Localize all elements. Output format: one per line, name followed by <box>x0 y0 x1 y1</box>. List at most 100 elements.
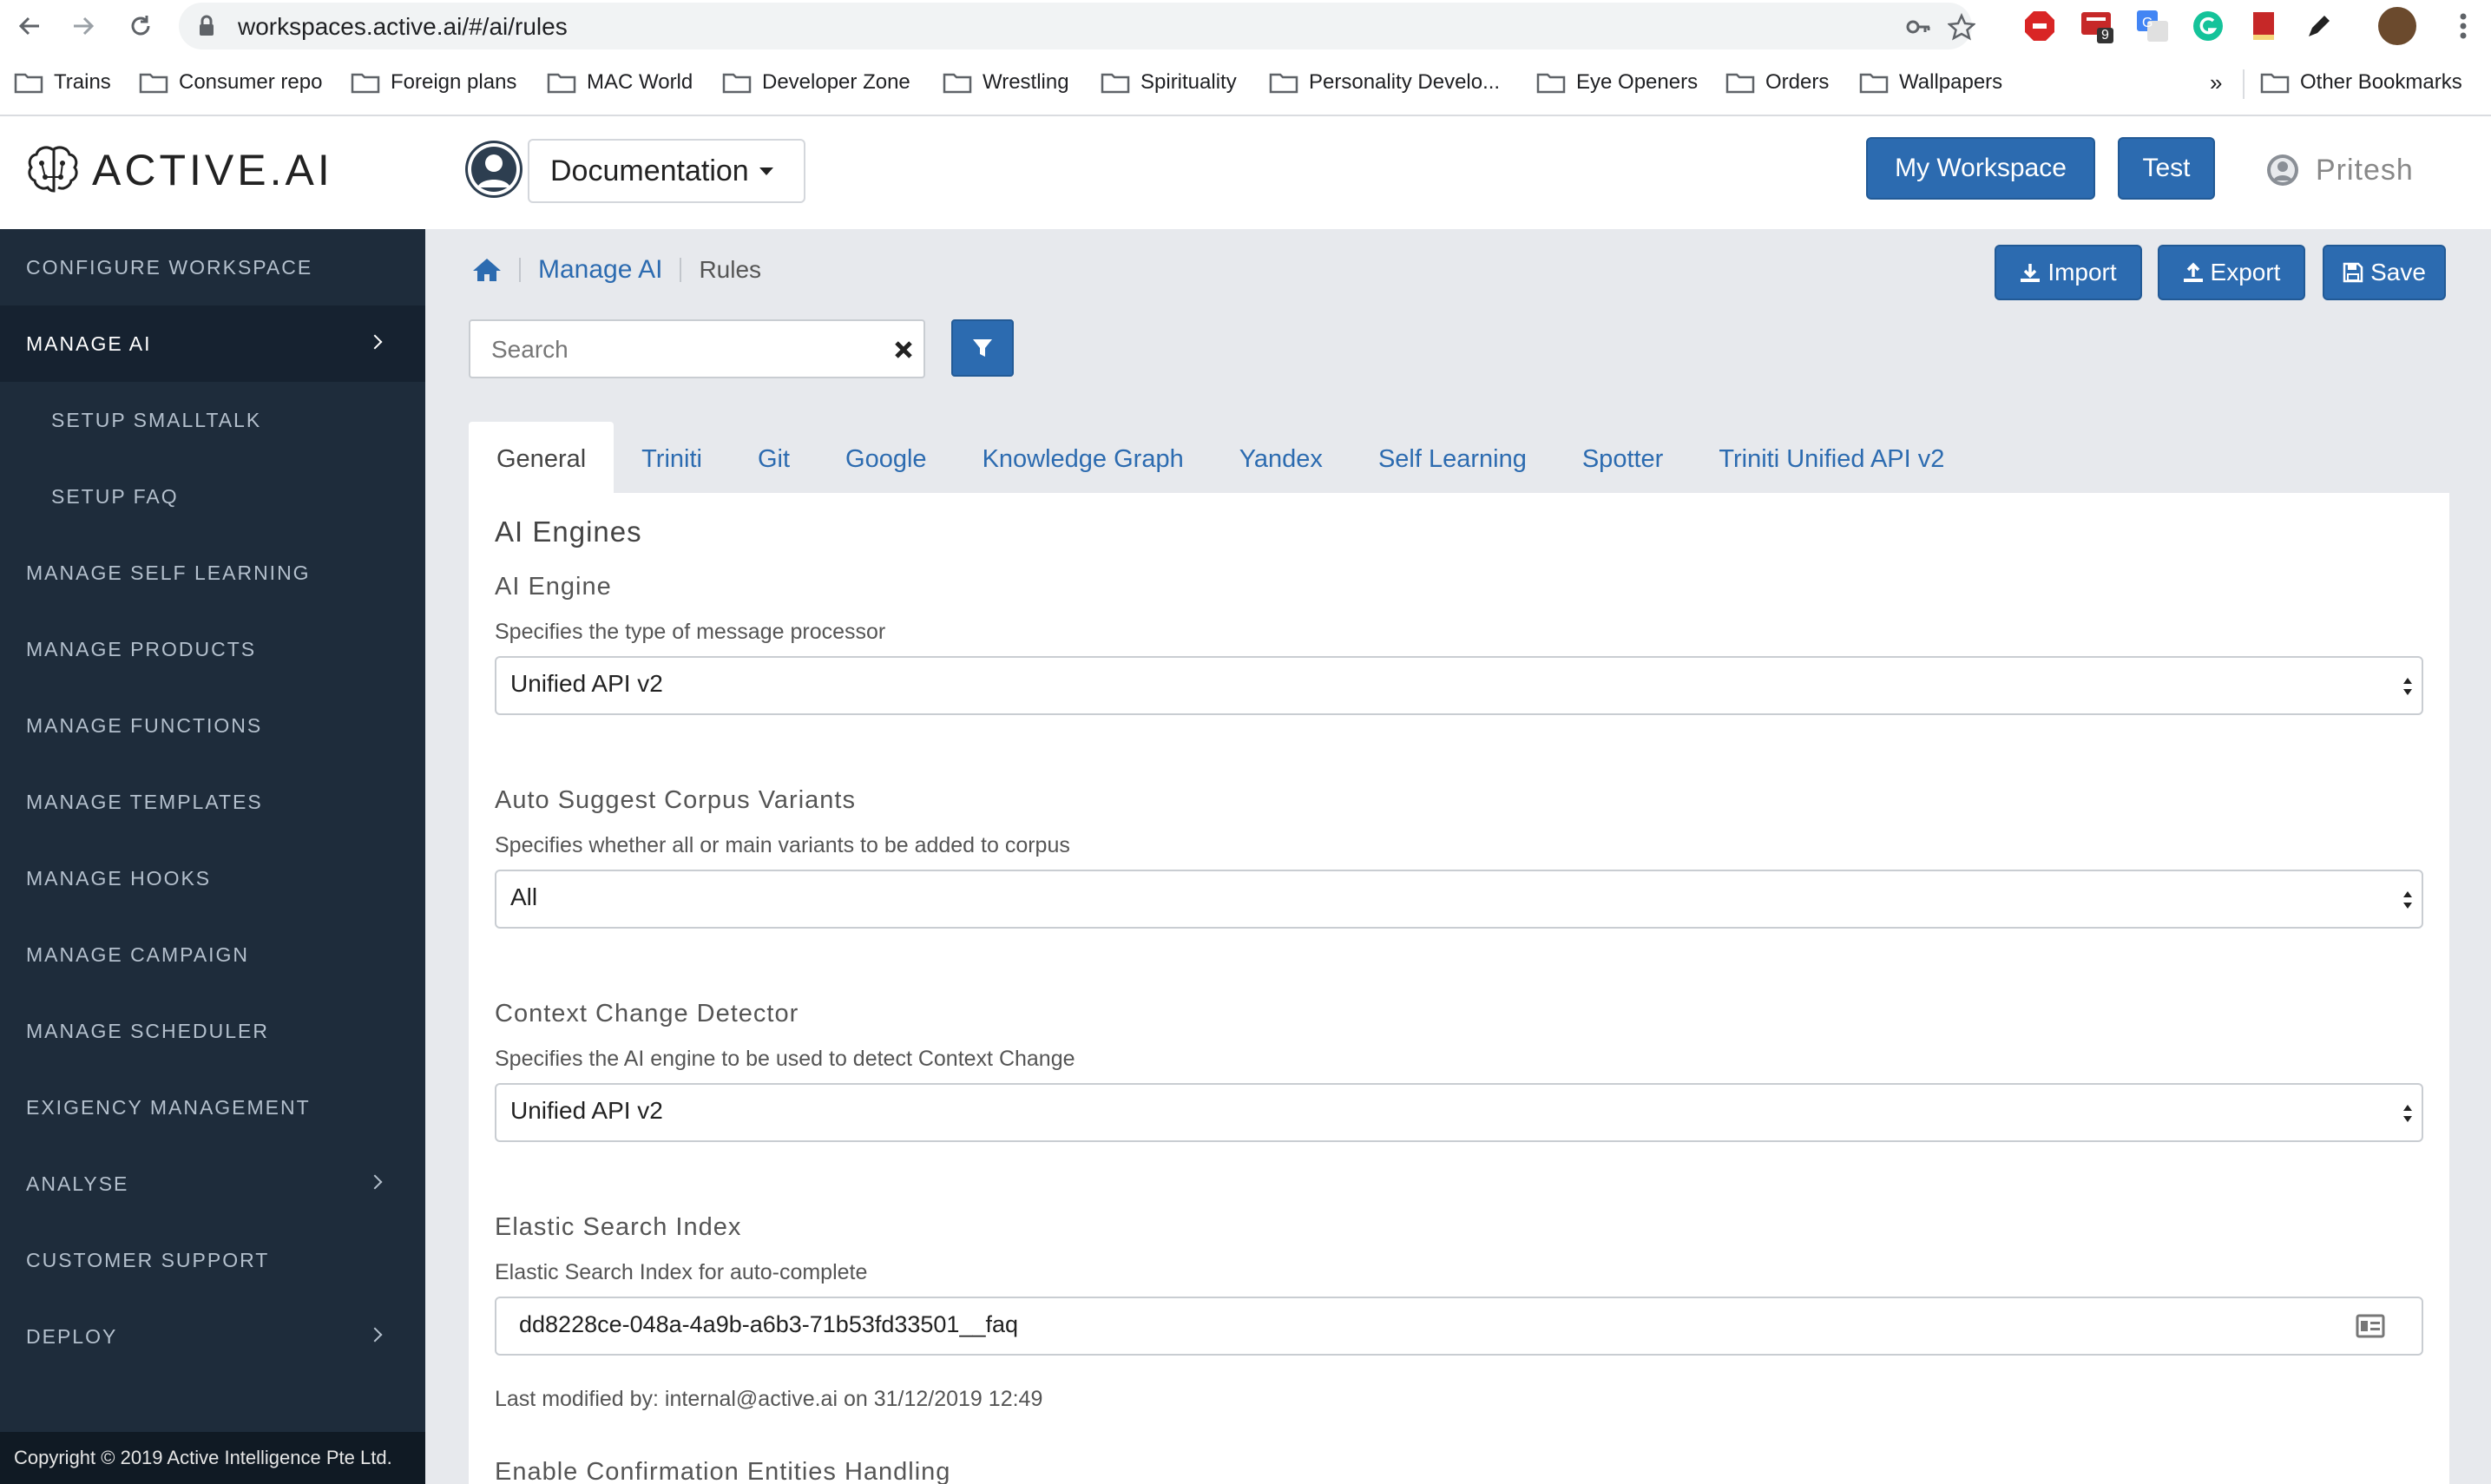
home-icon[interactable] <box>472 257 502 283</box>
tab-triniti[interactable]: Triniti <box>614 422 730 496</box>
address-bar[interactable]: workspaces.active.ai/#/ai/rules <box>179 3 1975 49</box>
upload-icon <box>2183 262 2203 282</box>
filter-button[interactable] <box>951 319 1014 377</box>
sidebar-item-manage-products[interactable]: MANAGE PRODUCTS <box>0 611 425 687</box>
sidebar-item-exigency-management[interactable]: EXIGENCY MANAGEMENT <box>0 1069 425 1146</box>
bookmark-item[interactable]: Orders <box>1725 67 1829 98</box>
bookmark-item[interactable]: Spirituality <box>1101 67 1237 98</box>
bookmarks-bar: Trains Consumer repo Foreign plans MAC W… <box>0 52 2491 116</box>
tab-git[interactable]: Git <box>730 422 818 496</box>
clear-search-icon[interactable] <box>891 337 917 363</box>
select-arrows-icon <box>2403 678 2412 695</box>
pen-extension-icon[interactable] <box>2302 9 2337 43</box>
folder-icon <box>943 73 972 94</box>
bookmark-item[interactable]: Wrestling <box>943 67 1069 98</box>
reload-button[interactable] <box>120 7 161 45</box>
tab-knowledge-graph[interactable]: Knowledge Graph <box>955 422 1212 496</box>
adblock-extension-icon[interactable] <box>2022 9 2057 43</box>
elastic-index-label: Elastic Search Index <box>495 1213 742 1241</box>
sidebar-item-manage-scheduler[interactable]: MANAGE SCHEDULER <box>0 993 425 1069</box>
extension-badge: 9 <box>2097 28 2113 43</box>
bookmark-item[interactable]: Trains <box>14 67 111 98</box>
tab-google[interactable]: Google <box>818 422 955 496</box>
sidebar-item-customer-support[interactable]: CUSTOMER SUPPORT <box>0 1222 425 1298</box>
key-icon[interactable] <box>1904 13 1932 41</box>
ai-engine-select[interactable]: Unified API v2 <box>495 656 2423 715</box>
mail-extension-icon[interactable]: 9 <box>2080 9 2114 43</box>
bookmark-item[interactable]: Consumer repo <box>139 67 322 98</box>
chevron-right-icon <box>367 334 383 350</box>
breadcrumb-manage-ai[interactable]: Manage AI <box>538 255 662 285</box>
test-button[interactable]: Test <box>2118 137 2215 200</box>
sidebar-item-manage-functions[interactable]: MANAGE FUNCTIONS <box>0 687 425 764</box>
menu-kebab-icon[interactable] <box>2446 9 2481 43</box>
folder-icon <box>1101 73 1130 94</box>
sidebar-item-manage-campaign[interactable]: MANAGE CAMPAIGN <box>0 916 425 993</box>
ai-engine-value: Unified API v2 <box>510 670 663 697</box>
select-arrows-icon <box>2403 891 2412 909</box>
sidebar-item-manage-templates[interactable]: MANAGE TEMPLATES <box>0 764 425 840</box>
tab-general[interactable]: General <box>469 422 615 496</box>
profile-avatar[interactable] <box>2378 7 2416 45</box>
user-silhouette-icon <box>468 143 520 195</box>
save-button[interactable]: Save <box>2323 245 2446 300</box>
sidebar-item-manage-ai[interactable]: MANAGE AI <box>0 305 425 382</box>
auto-suggest-select[interactable]: All <box>495 870 2423 929</box>
book-extension-icon[interactable] <box>2246 9 2281 43</box>
sidebar-item-setup-faq[interactable]: SETUP FAQ <box>0 458 425 535</box>
brand-logo[interactable]: ACTIVE.AI <box>24 142 333 198</box>
my-workspace-button[interactable]: My Workspace <box>1866 137 2095 200</box>
copyright-footer: Copyright © 2019 Active Intelligence Pte… <box>0 1432 425 1484</box>
back-button[interactable] <box>9 7 50 45</box>
browser-toolbar: workspaces.active.ai/#/ai/rules 9 G <box>0 0 2491 52</box>
sidebar-item-setup-smalltalk[interactable]: SETUP SMALLTALK <box>0 382 425 458</box>
tab-self-learning[interactable]: Self Learning <box>1351 422 1554 496</box>
search-input[interactable] <box>491 333 856 366</box>
folder-icon <box>2260 73 2290 94</box>
workspace-selector[interactable]: Documentation <box>528 139 805 203</box>
sidebar-item-analyse[interactable]: ANALYSE <box>0 1146 425 1222</box>
bookmark-item[interactable]: Personality Develo... <box>1269 67 1500 98</box>
select-arrows-icon <box>2403 1105 2412 1122</box>
back-arrow-icon <box>18 16 39 36</box>
elastic-index-input[interactable]: dd8228ce-048a-4a9b-a6b3-71b53fd33501__fa… <box>495 1297 2423 1356</box>
folder-icon <box>1725 73 1755 94</box>
svg-text:G: G <box>2142 16 2153 30</box>
user-menu[interactable]: Pritesh <box>2265 153 2414 187</box>
workspace-name: Documentation <box>550 154 749 187</box>
auto-suggest-label: Auto Suggest Corpus Variants <box>495 786 856 814</box>
app-header: ACTIVE.AI Documentation My Workspace Tes… <box>0 116 2491 229</box>
sidebar-item-deploy[interactable]: DEPLOY <box>0 1298 425 1375</box>
bookmark-item[interactable]: Developer Zone <box>722 67 910 98</box>
translate-extension-icon[interactable]: G <box>2135 9 2170 43</box>
bookmark-item[interactable]: Wallpapers <box>1859 67 2002 98</box>
tab-triniti-unified-api-v2[interactable]: Triniti Unified API v2 <box>1691 422 1972 496</box>
bookmarks-divider <box>2243 69 2245 99</box>
context-change-help: Specifies the AI engine to be used to de… <box>495 1047 1075 1071</box>
grammarly-extension-icon[interactable] <box>2191 9 2225 43</box>
forward-arrow-icon <box>74 16 95 36</box>
more-bookmarks-button[interactable]: » <box>2210 67 2222 98</box>
lock-icon <box>200 15 214 36</box>
folder-icon <box>139 73 168 94</box>
other-bookmarks[interactable]: Other Bookmarks <box>2260 67 2462 98</box>
sidebar-item-configure-workspace[interactable]: CONFIGURE WORKSPACE <box>0 229 425 305</box>
bookmark-item[interactable]: MAC World <box>547 67 693 98</box>
sidebar-item-manage-self-learning[interactable]: MANAGE SELF LEARNING <box>0 535 425 611</box>
star-icon[interactable] <box>1948 13 1975 41</box>
brand-name: ACTIVE.AI <box>92 146 333 194</box>
breadcrumb: Manage AI Rules <box>472 255 761 285</box>
import-button[interactable]: Import <box>1995 245 2142 300</box>
bookmark-item[interactable]: Foreign plans <box>351 67 516 98</box>
sidebar: CONFIGURE WORKSPACE MANAGE AI SETUP SMAL… <box>0 229 425 1484</box>
forward-button[interactable] <box>62 7 104 45</box>
breadcrumb-current: Rules <box>699 256 762 283</box>
bookmark-item[interactable]: Eye Openers <box>1536 67 1698 98</box>
breadcrumb-separator <box>680 258 682 282</box>
sidebar-item-manage-hooks[interactable]: MANAGE HOOKS <box>0 840 425 916</box>
tab-yandex[interactable]: Yandex <box>1212 422 1351 496</box>
tab-spotter[interactable]: Spotter <box>1554 422 1692 496</box>
export-button[interactable]: Export <box>2158 245 2305 300</box>
elastic-index-value: dd8228ce-048a-4a9b-a6b3-71b53fd33501__fa… <box>519 1311 1019 1337</box>
context-change-select[interactable]: Unified API v2 <box>495 1083 2423 1142</box>
